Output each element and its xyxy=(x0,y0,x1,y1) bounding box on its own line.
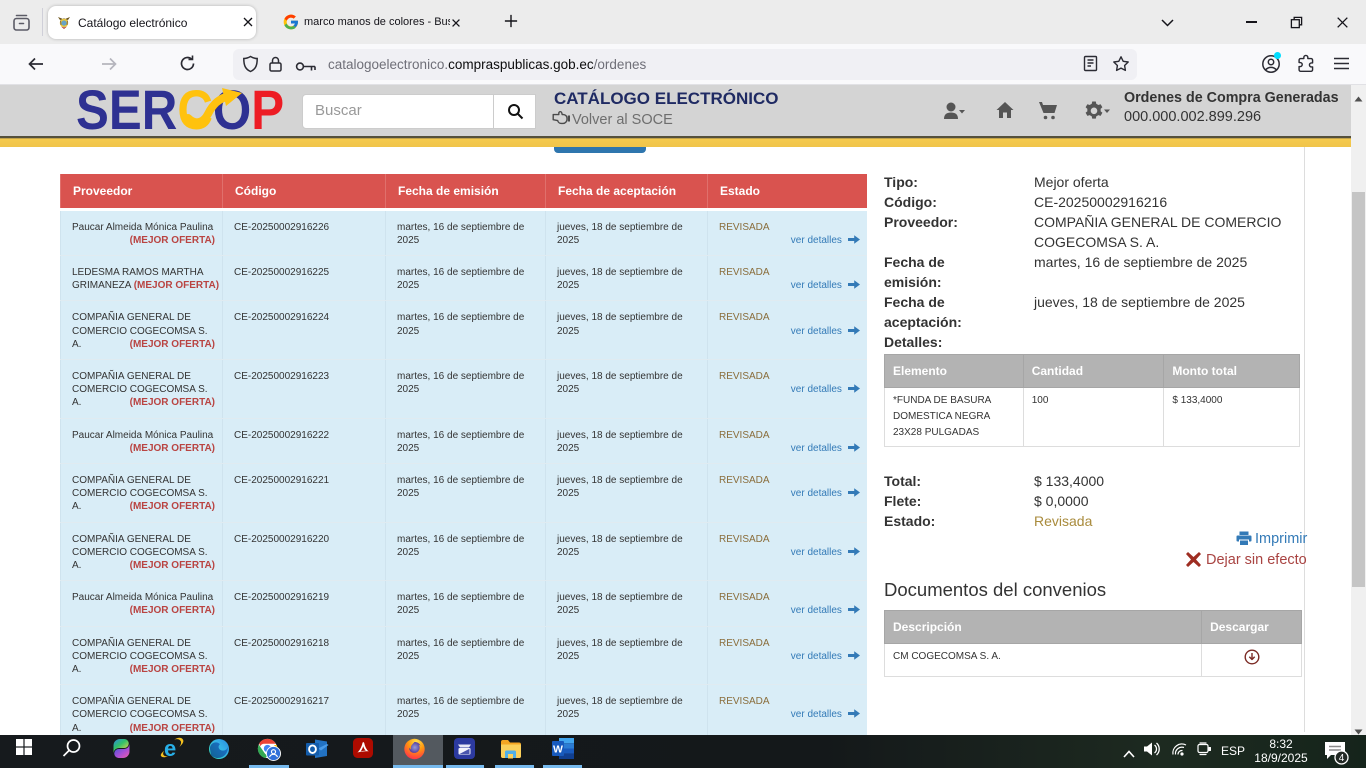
svg-text:4: 4 xyxy=(1339,753,1345,764)
svg-text:W: W xyxy=(553,744,563,756)
